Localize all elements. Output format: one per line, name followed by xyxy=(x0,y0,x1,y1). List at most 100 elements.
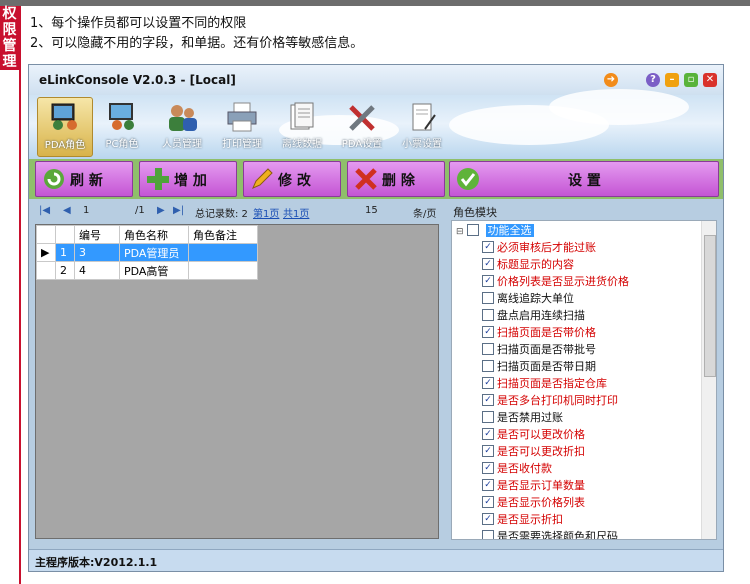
collapse-icon[interactable]: ⊟ xyxy=(456,227,464,237)
permission-item[interactable]: 扫描页面是否带批号 xyxy=(482,342,596,358)
permission-item[interactable]: ✓ 是否显示订单数量 xyxy=(482,478,585,494)
table-row[interactable]: ▶ 1 3 PDA管理员 xyxy=(36,243,258,262)
nav-pc-role[interactable]: PC角色 xyxy=(95,97,149,155)
permission-label: 价格列表是否显示进货价格 xyxy=(497,275,629,288)
settings-button[interactable]: 设 置 xyxy=(449,161,719,197)
printer-icon xyxy=(227,102,257,132)
permission-item[interactable]: ✓ 必须审核后才能过账 xyxy=(482,240,596,256)
checked-checkbox[interactable]: ✓ xyxy=(482,258,494,270)
column-header-id[interactable]: 编号 xyxy=(74,225,120,244)
permission-item[interactable]: ✓ 是否显示折扣 xyxy=(482,512,563,528)
first-page-link[interactable]: 第1页 xyxy=(253,205,279,220)
nav-label: 人员管理 xyxy=(162,139,202,150)
permission-item[interactable]: 离线追踪大单位 xyxy=(482,291,574,307)
cell-note[interactable] xyxy=(188,243,258,262)
permission-item[interactable]: 盘点启用连续扫描 xyxy=(482,308,585,324)
tree-root[interactable]: ⊟ 功能全选 xyxy=(456,223,534,239)
checked-checkbox[interactable]: ✓ xyxy=(482,513,494,525)
checked-checkbox[interactable]: ✓ xyxy=(482,479,494,491)
root-label: 功能全选 xyxy=(485,224,534,237)
scrollbar-thumb[interactable] xyxy=(704,235,716,377)
unchecked-checkbox[interactable] xyxy=(482,530,494,539)
cell-id[interactable]: 3 xyxy=(74,243,120,262)
maximize-icon[interactable]: ▫ xyxy=(684,73,698,87)
permission-item[interactable]: 是否需要选择颜色和尺码 xyxy=(482,529,618,540)
next-page-icon[interactable]: ▶ xyxy=(157,205,165,216)
checked-checkbox[interactable]: ✓ xyxy=(482,275,494,287)
cell-name[interactable]: PDA管理员 xyxy=(119,243,189,262)
permission-label: 是否需要选择颜色和尺码 xyxy=(497,530,618,540)
delete-button[interactable]: 删 除 xyxy=(347,161,445,197)
column-header-note[interactable]: 角色备注 xyxy=(188,225,258,244)
root-checkbox[interactable] xyxy=(467,224,480,236)
permission-item[interactable]: 扫描页面是否带日期 xyxy=(482,359,596,375)
cell-note[interactable] xyxy=(188,261,258,280)
refresh-button[interactable]: 刷 新 xyxy=(35,161,133,197)
permission-item[interactable]: 是否禁用过账 xyxy=(482,410,563,426)
checked-checkbox[interactable]: ✓ xyxy=(482,462,494,474)
cell-id[interactable]: 4 xyxy=(74,261,120,280)
permission-item[interactable]: ✓ 是否显示价格列表 xyxy=(482,495,585,511)
permission-item[interactable]: ✓ 扫描页面是否指定仓库 xyxy=(482,376,607,392)
nav-print-management[interactable]: 打印管理 xyxy=(215,97,269,155)
permission-item[interactable]: ✓ 价格列表是否显示进货价格 xyxy=(482,274,629,290)
checked-checkbox[interactable]: ✓ xyxy=(482,377,494,389)
permission-item[interactable]: ✓ 标题显示的内容 xyxy=(482,257,574,273)
side-tag: 权限管理 xyxy=(0,6,19,70)
nav-offline-data[interactable]: 离线数据 xyxy=(275,97,329,155)
record-count: 总记录数: 2 xyxy=(195,209,248,220)
permission-label: 是否禁用过账 xyxy=(497,411,563,424)
pager: |◀ ◀ 1 /1 ▶ ▶| 总记录数: 2 第1页 共1页 15 条/页 xyxy=(35,202,441,222)
offline-data-icon xyxy=(290,102,314,130)
forward-icon[interactable]: ➜ xyxy=(604,73,618,87)
nav-user-management[interactable]: 人员管理 xyxy=(155,97,209,155)
checked-checkbox[interactable]: ✓ xyxy=(482,428,494,440)
permission-label: 扫描页面是否带批号 xyxy=(497,343,596,356)
checked-checkbox[interactable]: ✓ xyxy=(482,394,494,406)
row-index: 1 xyxy=(55,243,75,262)
pc-role-icon xyxy=(109,103,134,130)
permission-item[interactable]: ✓ 是否多台打印机同时打印 xyxy=(482,393,618,409)
prev-page-icon[interactable]: ◀ xyxy=(63,205,71,216)
minimize-icon[interactable]: – xyxy=(665,73,679,87)
delete-label: 删 除 xyxy=(382,173,415,189)
checked-checkbox[interactable]: ✓ xyxy=(482,241,494,253)
edit-button[interactable]: 修 改 xyxy=(243,161,341,197)
permission-item[interactable]: ✓ 是否可以更改折扣 xyxy=(482,444,585,460)
page-size-input[interactable]: 15 xyxy=(365,205,378,216)
app-window: eLinkConsole V2.0.3 - [Local] ➜ ? – ▫ ✕ … xyxy=(28,64,724,572)
unchecked-checkbox[interactable] xyxy=(482,411,494,423)
permission-item[interactable]: ✓ 是否收付款 xyxy=(482,461,552,477)
nav-pda-settings[interactable]: PDA设置 xyxy=(335,97,389,155)
column-header-name[interactable]: 角色名称 xyxy=(119,225,189,244)
unchecked-checkbox[interactable] xyxy=(482,360,494,372)
nav-pda-role[interactable]: PDA角色 xyxy=(37,97,93,157)
roles-table: 编号 角色名称 角色备注 ▶ 1 3 PDA管理员 2 4 PDA高管 xyxy=(36,225,258,280)
help-icon[interactable]: ? xyxy=(646,73,660,87)
pda-settings-icon xyxy=(349,105,375,131)
permission-item[interactable]: ✓ 扫描页面是否带价格 xyxy=(482,325,596,341)
first-page-icon[interactable]: |◀ xyxy=(39,205,50,216)
total-pages-link[interactable]: 共1页 xyxy=(283,205,309,220)
checked-checkbox[interactable]: ✓ xyxy=(482,496,494,508)
unchecked-checkbox[interactable] xyxy=(482,309,494,321)
table-row[interactable]: 2 4 PDA高管 xyxy=(36,261,258,280)
row-pointer-icon: ▶ xyxy=(36,243,56,262)
checked-checkbox[interactable]: ✓ xyxy=(482,445,494,457)
tree-scrollbar[interactable] xyxy=(701,221,716,539)
page-input[interactable]: 1 xyxy=(83,205,133,216)
close-icon[interactable]: ✕ xyxy=(703,73,717,87)
checked-checkbox[interactable]: ✓ xyxy=(482,326,494,338)
permission-label: 盘点启用连续扫描 xyxy=(497,309,585,322)
nav-label: PC角色 xyxy=(105,139,139,150)
permission-item[interactable]: ✓ 是否可以更改价格 xyxy=(482,427,585,443)
last-page-icon[interactable]: ▶| xyxy=(173,205,184,216)
nav-receipt-settings[interactable]: 小票设置 xyxy=(395,97,449,155)
index-header xyxy=(55,225,75,244)
permission-label: 是否可以更改价格 xyxy=(497,428,585,441)
cell-name[interactable]: PDA高管 xyxy=(119,261,189,280)
unchecked-checkbox[interactable] xyxy=(482,292,494,304)
nav-label: 打印管理 xyxy=(222,139,262,150)
add-button[interactable]: 增 加 xyxy=(139,161,237,197)
unchecked-checkbox[interactable] xyxy=(482,343,494,355)
